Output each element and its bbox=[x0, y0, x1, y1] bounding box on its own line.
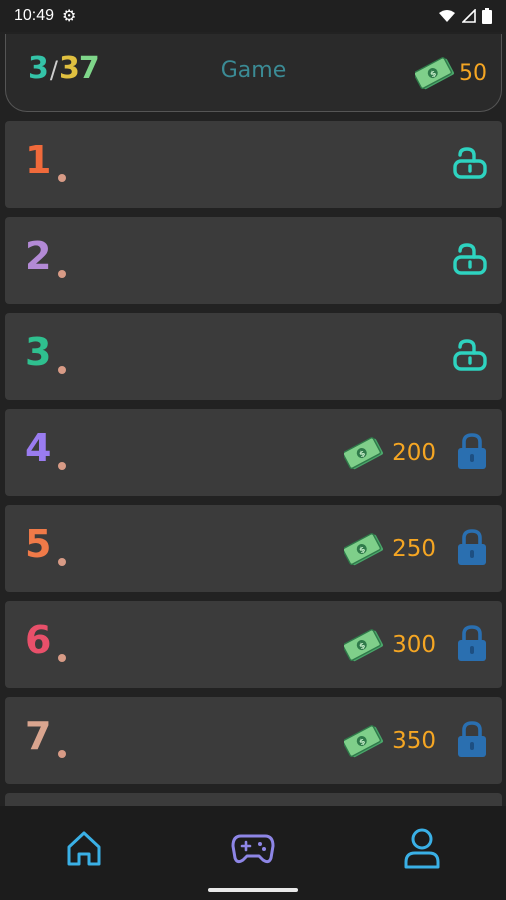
lock-icon bbox=[458, 528, 486, 565]
level-price: 200 bbox=[392, 439, 436, 466]
lock-icon bbox=[458, 720, 486, 757]
level-status bbox=[452, 313, 488, 400]
level-row-7[interactable]: 7 $350 bbox=[5, 697, 502, 784]
gamepad-icon bbox=[231, 834, 275, 864]
wifi-icon bbox=[439, 10, 455, 22]
unlocked-icon bbox=[453, 146, 487, 179]
cash-icon: $ bbox=[415, 57, 454, 90]
bottom-nav bbox=[0, 806, 506, 900]
level-dot bbox=[58, 270, 66, 278]
level-status: $350 bbox=[344, 697, 488, 784]
level-number: 2 bbox=[25, 234, 52, 278]
lock-button[interactable] bbox=[456, 527, 488, 571]
level-status: $200 bbox=[344, 409, 488, 496]
nav-game-button[interactable] bbox=[229, 824, 277, 872]
level-dot bbox=[58, 462, 66, 470]
status-bar: 10:49 ⚙ bbox=[0, 0, 506, 32]
level-number: 5 bbox=[25, 522, 52, 566]
level-number: 7 bbox=[25, 714, 52, 758]
lock-icon bbox=[458, 624, 486, 661]
level-number: 4 bbox=[25, 426, 52, 470]
game-header: 3/37 Game $ 50 bbox=[5, 34, 502, 112]
level-price: 350 bbox=[392, 727, 436, 754]
unlocked-button[interactable] bbox=[452, 337, 488, 377]
level-dot bbox=[58, 366, 66, 374]
level-row-4[interactable]: 4 $200 bbox=[5, 409, 502, 496]
home-indicator[interactable] bbox=[208, 888, 298, 892]
coin-amount: 50 bbox=[459, 60, 487, 86]
level-dot bbox=[58, 174, 66, 182]
level-number: 6 bbox=[25, 618, 52, 662]
level-status bbox=[452, 217, 488, 304]
level-row-partial[interactable] bbox=[5, 793, 502, 807]
status-time: 10:49 bbox=[14, 7, 55, 24]
unlocked-button[interactable] bbox=[452, 241, 488, 281]
lock-button[interactable] bbox=[456, 719, 488, 763]
level-status bbox=[452, 121, 488, 208]
gear-icon: ⚙ bbox=[62, 6, 77, 25]
level-row-3[interactable]: 3 bbox=[5, 313, 502, 400]
profile-icon bbox=[404, 828, 440, 869]
lock-icon bbox=[458, 432, 486, 469]
lock-button[interactable] bbox=[456, 431, 488, 475]
cash-icon: $ bbox=[344, 628, 384, 661]
lock-button[interactable] bbox=[456, 623, 488, 667]
level-price: 300 bbox=[392, 631, 436, 658]
cash-icon: $ bbox=[344, 436, 384, 469]
level-row-5[interactable]: 5 $250 bbox=[5, 505, 502, 592]
signal-icon bbox=[462, 9, 476, 23]
level-status: $250 bbox=[344, 505, 488, 592]
level-row-6[interactable]: 6 $300 bbox=[5, 601, 502, 688]
level-list: 1 2 3 4 $200 5 $250 6 $300 7 $350 bbox=[5, 121, 502, 807]
battery-icon bbox=[482, 8, 492, 24]
unlocked-icon bbox=[453, 242, 487, 275]
home-icon bbox=[67, 831, 101, 866]
coin-balance: $ 50 bbox=[415, 56, 487, 90]
unlocked-button[interactable] bbox=[452, 145, 488, 185]
level-number: 3 bbox=[25, 330, 52, 374]
cash-icon: $ bbox=[344, 724, 384, 757]
level-dot bbox=[58, 558, 66, 566]
level-row-2[interactable]: 2 bbox=[5, 217, 502, 304]
level-row-1[interactable]: 1 bbox=[5, 121, 502, 208]
level-dot bbox=[58, 654, 66, 662]
nav-profile-button[interactable] bbox=[398, 824, 446, 872]
unlocked-icon bbox=[453, 338, 487, 371]
level-number: 1 bbox=[25, 138, 52, 182]
nav-home-button[interactable] bbox=[60, 824, 108, 872]
level-price: 250 bbox=[392, 535, 436, 562]
cash-icon: $ bbox=[344, 532, 384, 565]
level-dot bbox=[58, 750, 66, 758]
status-icons bbox=[438, 8, 492, 24]
level-status: $300 bbox=[344, 601, 488, 688]
